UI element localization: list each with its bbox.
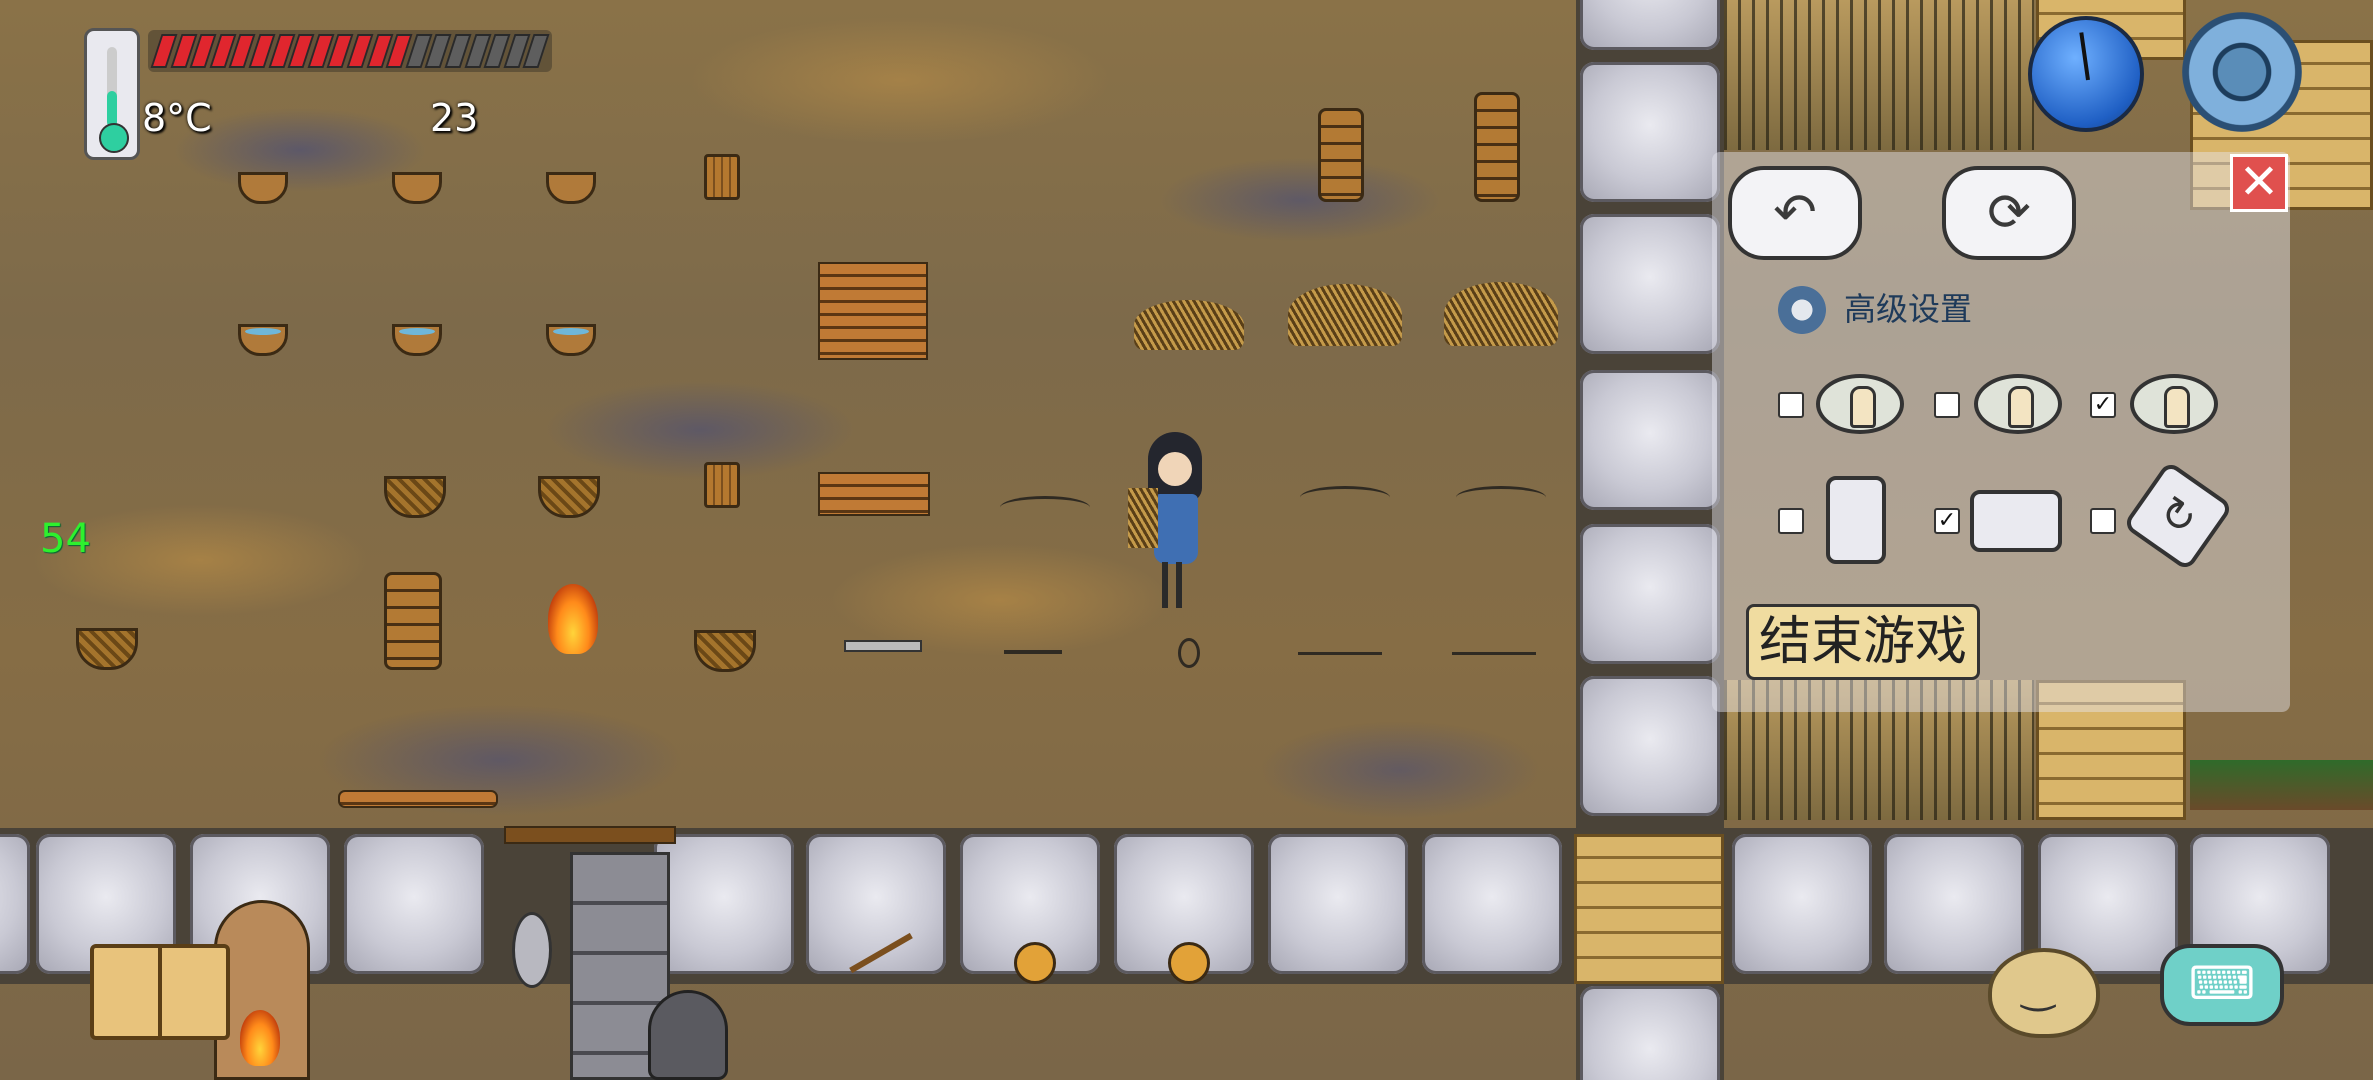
stacked-baskets[interactable]	[384, 572, 442, 670]
undo-icon: ↶	[1773, 183, 1817, 243]
player-character[interactable]	[1128, 432, 1210, 612]
zoom-far-icon[interactable]	[2130, 374, 2218, 434]
saw-blade[interactable]	[844, 640, 922, 652]
age-readout: 23	[430, 96, 479, 140]
stone-tile	[1884, 834, 2024, 974]
well-beam[interactable]	[504, 826, 676, 844]
character-face	[1158, 452, 1192, 486]
woven-basket[interactable]	[538, 476, 600, 518]
wooden-bucket[interactable]	[704, 462, 740, 508]
kiln-fire	[240, 1010, 280, 1066]
carrot-row	[2190, 760, 2373, 810]
log[interactable]	[338, 790, 498, 808]
firewood-pile[interactable]	[818, 472, 930, 516]
portrait-icon[interactable]	[1826, 476, 1886, 564]
basket-with-sticks[interactable]	[76, 628, 138, 670]
zoom-near-icon[interactable]	[1816, 374, 1904, 434]
iron-pot[interactable]	[648, 990, 728, 1080]
straw-pile[interactable]	[1444, 282, 1558, 346]
stone-tile	[1580, 62, 1720, 202]
advanced-settings-label[interactable]: 高级设置	[1844, 284, 1972, 330]
character-legs	[1162, 562, 1188, 608]
rope-item[interactable]	[1456, 486, 1546, 509]
counter-readout: 54	[40, 516, 91, 562]
end-game-button[interactable]: 结束游戏	[1746, 604, 1980, 680]
stacked-baskets[interactable]	[1318, 108, 1364, 202]
zoom-mid-icon[interactable]	[1974, 374, 2062, 434]
refresh-icon: ⟳	[1987, 183, 2031, 243]
stone-tile	[0, 834, 30, 974]
view-far-checkbox[interactable]: ✓	[2090, 392, 2116, 418]
woven-basket[interactable]	[384, 476, 446, 518]
stone-tile	[1580, 986, 1720, 1080]
stone-tile	[1580, 0, 1720, 50]
close-button[interactable]: ✕	[2230, 154, 2288, 212]
keyboard-chat-button[interactable]: ⌨	[2160, 944, 2284, 1026]
view-near-checkbox[interactable]	[1778, 392, 1804, 418]
straw-pile[interactable]	[1288, 284, 1402, 346]
portrait-checkbox[interactable]	[1778, 508, 1804, 534]
wood-floor	[1574, 834, 1724, 984]
landscape-checkbox[interactable]: ✓	[1934, 508, 1960, 534]
stacked-baskets[interactable]	[1474, 92, 1520, 202]
stone-tile	[1580, 676, 1720, 816]
basket-with-sticks[interactable]	[694, 630, 756, 672]
rope-item[interactable]	[1300, 486, 1390, 509]
bow-drill[interactable]	[1004, 650, 1062, 654]
character-backpack	[1128, 488, 1158, 548]
grindstone[interactable]	[512, 912, 552, 988]
temperature-readout: 8°C	[142, 96, 212, 140]
round-seed[interactable]	[1014, 942, 1056, 984]
small-tool[interactable]	[1178, 638, 1200, 668]
stone-tile	[1580, 524, 1720, 664]
stone-tile	[654, 834, 794, 974]
firewood-pile[interactable]	[818, 262, 928, 360]
wheat-field	[1724, 0, 2034, 150]
clay-bowl[interactable]	[238, 172, 288, 204]
landscape-icon[interactable]	[1970, 490, 2062, 552]
compass-icon[interactable]	[2028, 16, 2144, 132]
settings-gear-icon[interactable]	[2182, 12, 2302, 132]
long-shaft[interactable]	[1298, 652, 1382, 655]
rope-item[interactable]	[1000, 496, 1090, 519]
emote-potato-icon[interactable]	[1988, 948, 2100, 1038]
water-bowl[interactable]	[546, 324, 596, 356]
thermometer-icon	[84, 28, 140, 160]
advanced-settings-gear-icon[interactable]	[1774, 282, 1830, 338]
stone-tile	[1422, 834, 1562, 974]
round-seed[interactable]	[1168, 942, 1210, 984]
stone-tile	[1580, 370, 1720, 510]
stone-tile	[1732, 834, 1872, 974]
straw-pile[interactable]	[1134, 300, 1244, 350]
water-bowl[interactable]	[392, 324, 442, 356]
undo-button[interactable]: ↶	[1728, 166, 1862, 260]
long-shaft[interactable]	[1452, 652, 1536, 655]
refresh-button[interactable]: ⟳	[1942, 166, 2076, 260]
water-bowl[interactable]	[238, 324, 288, 356]
auto-rotate-checkbox[interactable]	[2090, 508, 2116, 534]
character-dress	[1154, 494, 1198, 564]
clay-bowl[interactable]	[392, 172, 442, 204]
recipe-book-icon[interactable]	[90, 944, 230, 1040]
stone-tile	[344, 834, 484, 974]
wooden-bucket[interactable]	[704, 154, 740, 200]
view-mid-checkbox[interactable]	[1934, 392, 1960, 418]
campfire[interactable]	[548, 584, 598, 654]
clay-bowl[interactable]	[546, 172, 596, 204]
stone-tile	[1268, 834, 1408, 974]
food-meter	[148, 30, 552, 72]
stone-tile	[1580, 214, 1720, 354]
